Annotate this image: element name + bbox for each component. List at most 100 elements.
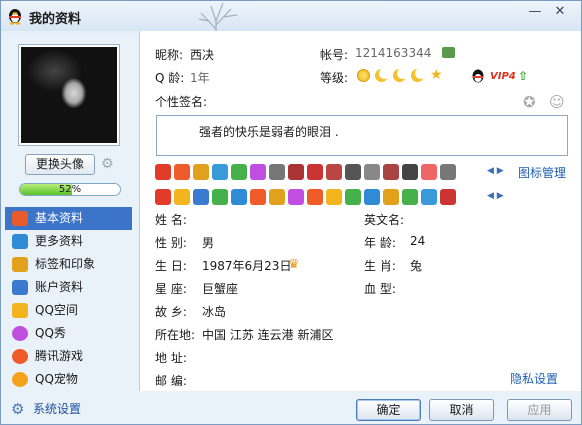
hometown-label: 故 乡: (155, 305, 187, 319)
service-icon[interactable] (307, 164, 323, 180)
apply-button[interactable]: 应用 (507, 399, 572, 421)
postcode-label: 邮 编: (155, 374, 187, 388)
signature-label: 个性签名: (155, 95, 208, 109)
service-icon[interactable] (402, 164, 418, 180)
service-icon[interactable] (174, 189, 190, 205)
service-icon[interactable] (364, 189, 380, 205)
name-label: 姓 名: (155, 213, 187, 227)
scroll-arrows-icon[interactable]: ◀ ▶ (487, 191, 504, 201)
qqshow-icon (12, 326, 28, 341)
close-button[interactable]: ✕ (549, 5, 571, 21)
service-icon[interactable] (402, 189, 418, 205)
account-label: 帐号: (320, 48, 349, 62)
privacy-settings-link[interactable]: 隐私设置 (510, 370, 558, 387)
profile-window: 我的资料 — ✕ 更换头像 ⚙ 52% 基本资料 更多资料 标签和印象 账户资料… (0, 0, 582, 425)
location-value: 中国 江苏 连云港 新浦区 (202, 328, 334, 342)
sidebar-item-qqshow[interactable]: QQ秀 (5, 322, 132, 345)
level-up-icon: ⇧ (518, 69, 529, 83)
game-icon (12, 349, 28, 364)
qq-penguin-icon (9, 9, 21, 25)
account-icon (12, 280, 28, 295)
sidebar-item-label: 标签和印象 (35, 257, 96, 271)
service-icon[interactable] (288, 164, 304, 180)
zodiac-value: 兔 (410, 259, 423, 273)
service-icon[interactable] (193, 189, 209, 205)
sidebar-item-label: 更多资料 (35, 234, 84, 248)
service-icon[interactable] (326, 164, 342, 180)
service-icon[interactable] (326, 189, 342, 205)
service-icon[interactable] (155, 189, 171, 205)
service-icons-row-1 (155, 164, 459, 182)
age-value: 24 (410, 234, 426, 248)
vip-badge[interactable]: VIP4 (490, 71, 516, 82)
blood-type-label: 血 型: (364, 282, 396, 296)
gear-icon: ⚙ (11, 400, 25, 418)
service-icon[interactable] (421, 164, 437, 180)
crown-icon: ♛ (288, 257, 300, 272)
service-icon[interactable] (231, 164, 247, 180)
sidebar-item-account[interactable]: 账户资料 (5, 276, 132, 299)
form-icon (12, 234, 28, 249)
ok-button[interactable]: 确定 (356, 399, 421, 421)
service-icon[interactable] (364, 164, 380, 180)
service-icon[interactable] (440, 189, 456, 205)
service-icon[interactable] (307, 189, 323, 205)
cancel-button[interactable]: 取消 (429, 399, 494, 421)
minimize-button[interactable]: — (524, 5, 546, 21)
main-panel: 昵称: 西决 帐号: 1214163344 Q 龄: 1年 等级: ★ VIP4… (139, 31, 581, 391)
sidebar-item-basic-info[interactable]: 基本资料 (5, 207, 132, 230)
avatar[interactable] (18, 44, 120, 146)
qage-label: Q 龄: (155, 71, 185, 85)
copy-account-icon[interactable] (442, 47, 455, 58)
service-icon[interactable] (288, 189, 304, 205)
signature-text: 强者的快乐是弱者的眼泪 . (199, 125, 339, 139)
service-icon[interactable] (421, 189, 437, 205)
nickname-value[interactable]: 西决 (190, 46, 214, 63)
service-icon[interactable] (345, 189, 361, 205)
service-icon[interactable] (174, 164, 190, 180)
service-icon[interactable] (212, 164, 228, 180)
system-settings-link[interactable]: ⚙ 系统设置 (11, 399, 81, 419)
sidebar-item-pet[interactable]: QQ宠物 (5, 368, 132, 391)
service-icon[interactable] (269, 164, 285, 180)
age-label: 年 龄: (364, 236, 396, 250)
account-value[interactable]: 1214163344 (355, 46, 431, 60)
service-icon[interactable] (383, 164, 399, 180)
service-icon[interactable] (383, 189, 399, 205)
service-icon[interactable] (250, 189, 266, 205)
avatar-settings-icon[interactable]: ⚙ (101, 156, 117, 172)
service-icon[interactable] (250, 164, 266, 180)
gender-label: 性 别: (155, 236, 187, 250)
sidebar-nav: 基本资料 更多资料 标签和印象 账户资料 QQ空间 QQ秀 腾讯游戏 QQ宠物 (5, 207, 132, 391)
star-add-icon[interactable]: ✪ (523, 93, 536, 111)
moon-level-icon (411, 68, 426, 82)
signature-field[interactable]: 强者的快乐是弱者的眼泪 . (156, 115, 568, 156)
icon-manage-link[interactable]: 图标管理 (518, 164, 566, 181)
pet-icon (12, 372, 28, 387)
service-icon[interactable] (440, 164, 456, 180)
service-icon[interactable] (212, 189, 228, 205)
sidebar-item-label: QQ秀 (35, 326, 66, 340)
left-panel: 更换头像 ⚙ 52% 基本资料 更多资料 标签和印象 账户资料 QQ空间 QQ秀… (1, 31, 138, 396)
service-icon[interactable] (155, 164, 171, 180)
service-icon[interactable] (193, 164, 209, 180)
sidebar-item-games[interactable]: 腾讯游戏 (5, 345, 132, 368)
sidebar-item-label: QQ空间 (35, 303, 78, 317)
sidebar-item-more-info[interactable]: 更多资料 (5, 230, 132, 253)
sun-level-icon (357, 69, 370, 82)
nickname-label: 昵称: (155, 48, 184, 62)
sidebar-item-label: 腾讯游戏 (35, 349, 84, 363)
sidebar-item-tags[interactable]: 标签和印象 (5, 253, 132, 276)
service-icon[interactable] (231, 189, 247, 205)
scroll-arrows-icon[interactable]: ◀ ▶ (487, 166, 504, 176)
constellation-label: 星 座: (155, 282, 187, 296)
progress-text: 52% (58, 184, 82, 195)
user-icon[interactable]: ☺ (549, 93, 565, 111)
moon-level-icon (393, 68, 408, 82)
change-avatar-button[interactable]: 更换头像 (25, 154, 95, 175)
service-icon[interactable] (345, 164, 361, 180)
title-bar[interactable]: 我的资料 — ✕ (1, 1, 581, 51)
sidebar-item-qzone[interactable]: QQ空间 (5, 299, 132, 322)
service-icon[interactable] (269, 189, 285, 205)
star-level-icon: ★ (430, 67, 443, 83)
